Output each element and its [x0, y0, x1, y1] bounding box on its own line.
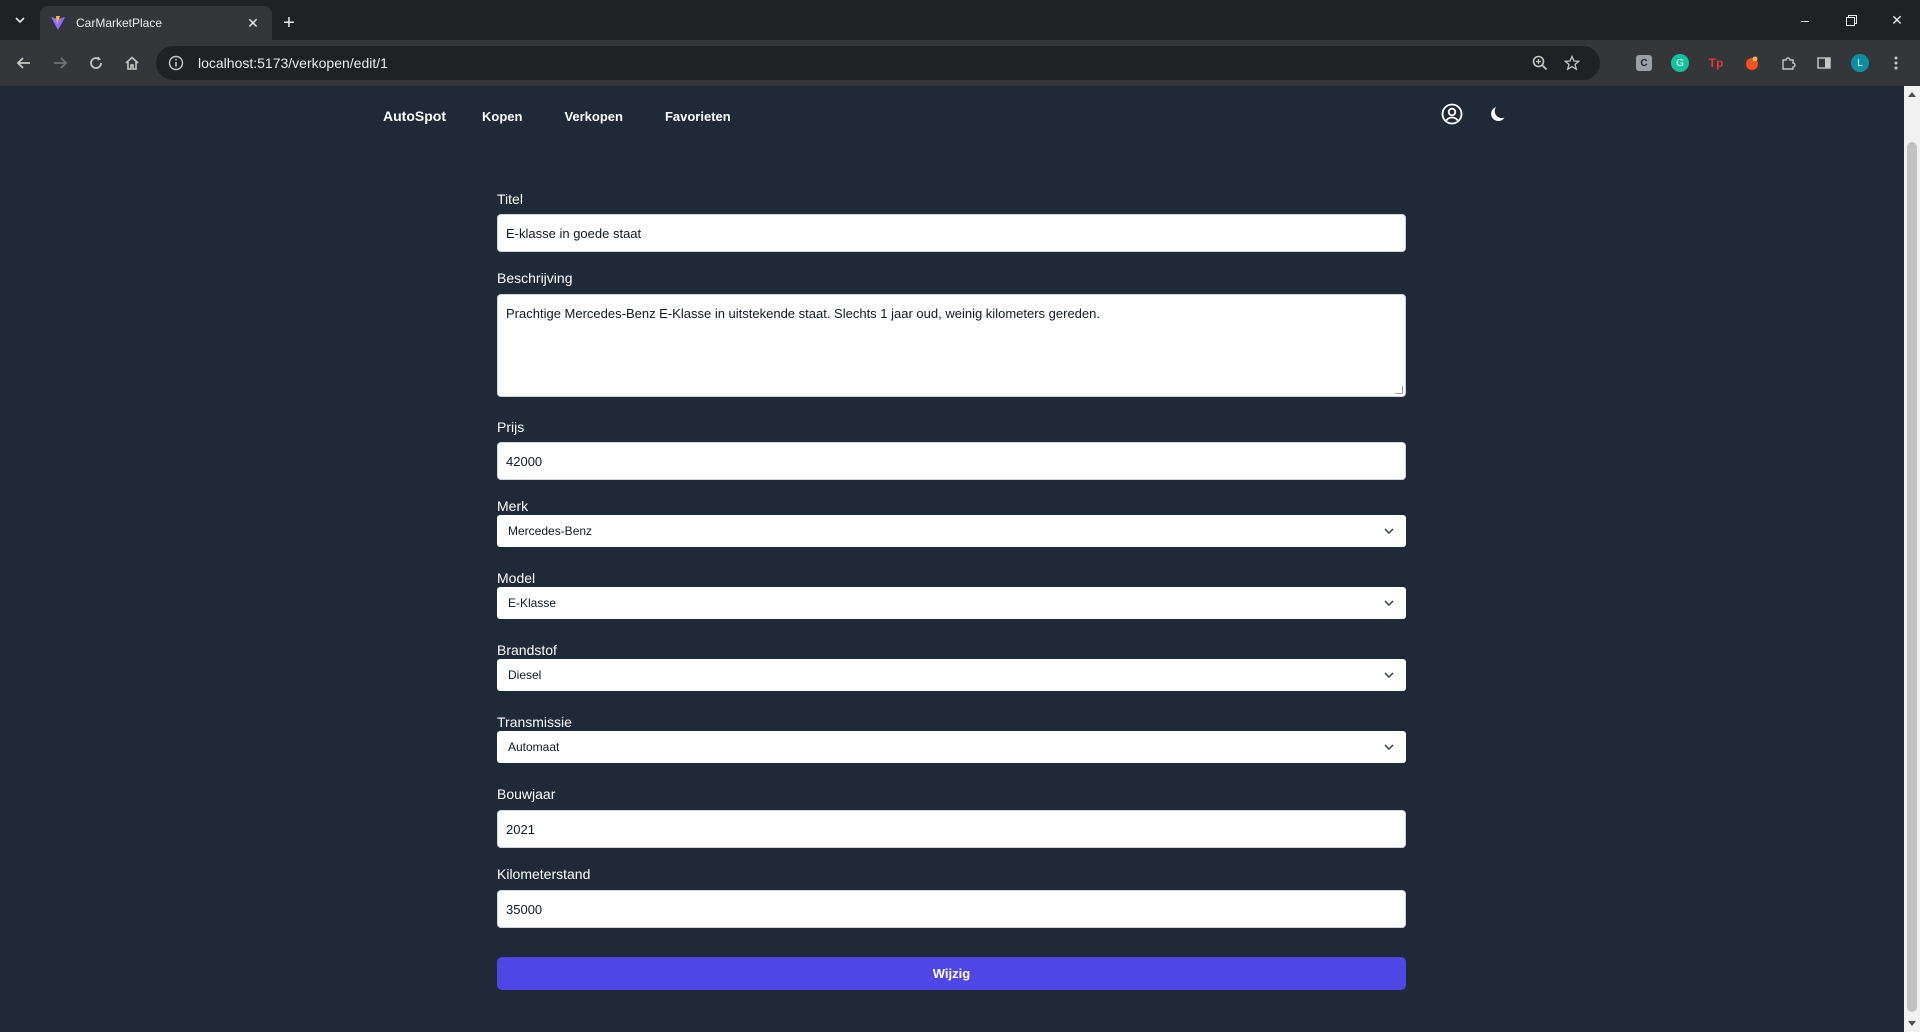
browser-toolbar: localhost:5173/verkopen/edit/1 C G Tp L: [0, 40, 1920, 86]
browser-tabbar: CarMarketPlace ✕ + – ✕: [0, 0, 1920, 40]
close-tab-icon[interactable]: ✕: [244, 14, 262, 32]
brand-logo[interactable]: AutoSpot: [383, 108, 446, 124]
scroll-up-icon[interactable]: [1908, 92, 1916, 97]
beschrijving-text: Prachtige Mercedes-Benz E-Klasse in uits…: [506, 306, 1100, 321]
zoom-icon[interactable]: [1524, 55, 1556, 71]
chevron-down-icon: [1384, 672, 1394, 679]
new-tab-icon[interactable]: +: [272, 6, 306, 40]
nav-link-kopen[interactable]: Kopen: [482, 109, 522, 124]
transmissie-select[interactable]: Automaat: [497, 731, 1406, 763]
reload-icon[interactable]: [78, 45, 114, 81]
merk-label: Merk: [497, 498, 529, 514]
nav-link-verkopen[interactable]: Verkopen: [564, 109, 623, 124]
model-selected-value: E-Klasse: [508, 596, 557, 610]
chevron-down-icon: [1384, 528, 1394, 535]
minimize-icon[interactable]: –: [1782, 0, 1828, 40]
profile-avatar[interactable]: L: [1842, 54, 1878, 72]
transmissie-label: Transmissie: [497, 714, 572, 730]
resize-handle[interactable]: [1395, 386, 1403, 394]
tab-search-icon[interactable]: [0, 0, 40, 40]
close-window-icon[interactable]: ✕: [1874, 0, 1920, 40]
prijs-label: Prijs: [497, 419, 525, 435]
merk-select[interactable]: Mercedes-Benz: [497, 515, 1406, 547]
extension-c-icon[interactable]: C: [1626, 55, 1662, 71]
kilometerstand-input[interactable]: 35000: [497, 890, 1406, 928]
vite-favicon-icon: [51, 16, 65, 30]
titel-input[interactable]: E-klasse in goede staat: [497, 214, 1406, 252]
wijzig-button[interactable]: Wijzig: [497, 957, 1406, 990]
browser-menu-icon[interactable]: [1878, 55, 1914, 71]
back-icon[interactable]: [6, 45, 42, 81]
account-icon[interactable]: [1441, 103, 1463, 130]
model-select[interactable]: E-Klasse: [497, 587, 1406, 619]
home-icon[interactable]: [114, 45, 150, 81]
edit-listing-form: Titel E-klasse in goede staat Beschrijvi…: [497, 190, 1406, 990]
bookmark-star-icon[interactable]: [1556, 55, 1588, 71]
page-content: AutoSpot Kopen Verkopen Favorieten Titel…: [0, 86, 1904, 1032]
page-scrollbar[interactable]: [1904, 86, 1920, 1032]
prijs-input[interactable]: 42000: [497, 442, 1406, 480]
model-label: Model: [497, 570, 536, 586]
brandstof-select[interactable]: Diesel: [497, 659, 1406, 691]
beschrijving-textarea[interactable]: Prachtige Mercedes-Benz E-Klasse in uits…: [497, 294, 1406, 397]
browser-tab[interactable]: CarMarketPlace ✕: [40, 6, 272, 40]
chevron-down-icon: [1384, 600, 1394, 607]
brandstof-label: Brandstof: [497, 642, 557, 658]
grammarly-extension-icon[interactable]: G: [1662, 54, 1698, 72]
site-info-icon[interactable]: [168, 55, 188, 71]
extension-tp-icon[interactable]: Tp: [1698, 55, 1734, 71]
transmissie-selected-value: Automaat: [508, 740, 560, 754]
restore-icon[interactable]: [1828, 0, 1874, 40]
bouwjaar-input[interactable]: 2021: [497, 810, 1406, 848]
scrollbar-thumb[interactable]: [1907, 142, 1917, 1012]
site-navbar: AutoSpot Kopen Verkopen Favorieten: [383, 86, 1509, 146]
dark-mode-moon-icon[interactable]: [1489, 104, 1509, 129]
chevron-down-icon: [1384, 744, 1394, 751]
merk-selected-value: Mercedes-Benz: [508, 524, 593, 538]
bouwjaar-label: Bouwjaar: [497, 786, 556, 802]
url-text: localhost:5173/verkopen/edit/1: [198, 55, 388, 71]
extension-orange-icon[interactable]: [1734, 55, 1770, 71]
titel-label: Titel: [497, 191, 523, 207]
brandstof-selected-value: Diesel: [508, 668, 542, 682]
side-panel-icon[interactable]: [1806, 55, 1842, 71]
tab-title: CarMarketPlace: [76, 16, 163, 30]
forward-icon[interactable]: [42, 45, 78, 81]
nav-link-favorieten[interactable]: Favorieten: [665, 109, 731, 124]
kilometerstand-label: Kilometerstand: [497, 866, 591, 882]
extensions-puzzle-icon[interactable]: [1770, 55, 1806, 71]
address-bar[interactable]: localhost:5173/verkopen/edit/1: [156, 46, 1600, 80]
scroll-down-icon[interactable]: [1908, 1021, 1916, 1026]
beschrijving-label: Beschrijving: [497, 270, 573, 286]
